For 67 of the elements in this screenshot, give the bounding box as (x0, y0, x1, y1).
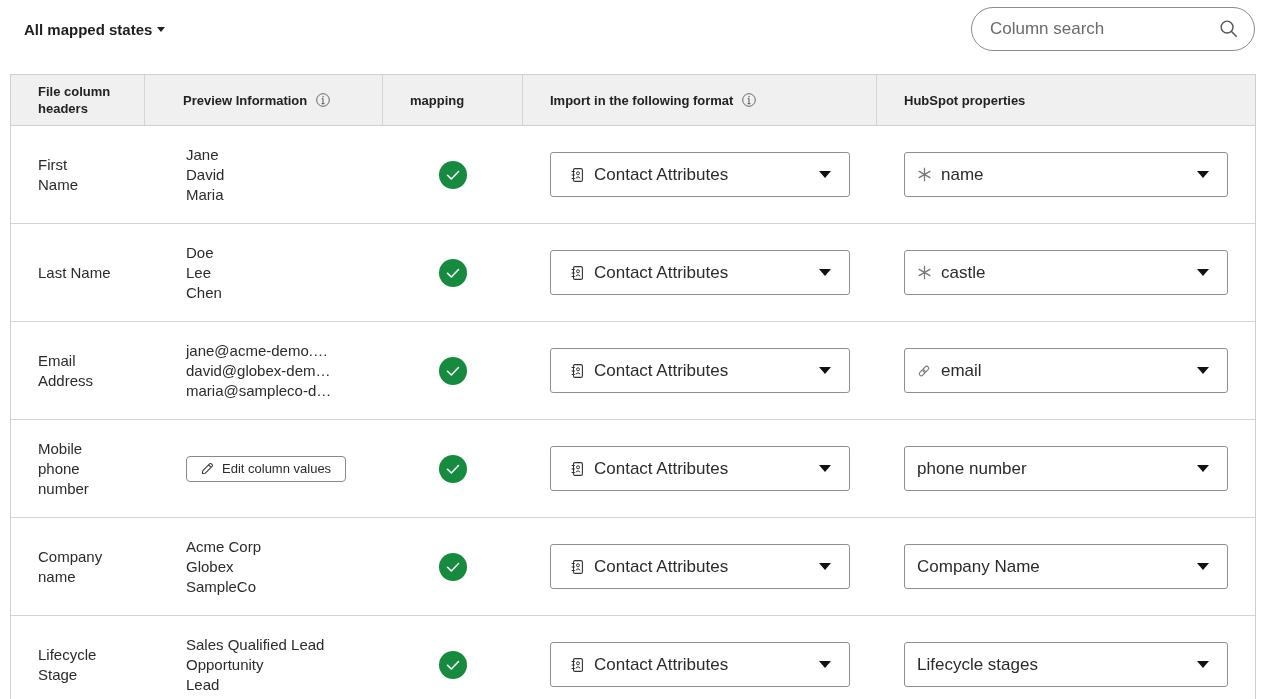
preview-value: jane@acme-demo.… (186, 340, 329, 361)
preview-value: Sales Qualified Lead (186, 634, 325, 655)
column-header: Preview Information (183, 91, 308, 109)
search-field[interactable]: Column search (971, 7, 1255, 51)
preview-value: Maria (186, 184, 225, 205)
caret-icon (1197, 465, 1209, 472)
property-dropdown[interactable]: phone number (904, 446, 1228, 491)
format-dropdown[interactable]: Contact Attributes (550, 446, 850, 491)
contact-book-icon (571, 559, 583, 574)
file-column-name: Email Address (38, 350, 94, 391)
property-dropdown[interactable]: name (904, 152, 1228, 197)
asterisk-icon (917, 167, 932, 182)
info-icon[interactable] (316, 93, 331, 107)
preview-value: Doe (186, 242, 215, 263)
contact-book-icon (571, 657, 583, 672)
property-dropdown[interactable]: Lifecycle stages (904, 642, 1228, 687)
edit-column-values-button[interactable]: Edit column values (186, 455, 347, 482)
caret-icon (1197, 563, 1209, 570)
caret-icon (819, 661, 831, 668)
search-icon[interactable] (1220, 20, 1237, 37)
caret-icon (819, 465, 831, 472)
preview-value: SampleCo (186, 576, 258, 597)
preview-value: Lee (186, 262, 213, 283)
link-icon (917, 363, 931, 378)
caret-icon (819, 171, 831, 178)
property-dropdown[interactable]: email (904, 348, 1228, 393)
format-dropdown[interactable]: Contact Attributes (550, 152, 850, 197)
file-column-name: Lifecycle Stage (38, 644, 97, 685)
file-column-name: Company name (38, 546, 103, 587)
preview-value: Opportunity (186, 654, 265, 675)
preview-value: David (186, 164, 225, 185)
caret-icon (1197, 367, 1209, 374)
preview-value: Globex (186, 556, 235, 577)
format-dropdown[interactable]: Contact Attributes (550, 250, 850, 295)
format-dropdown[interactable]: Contact Attributes (550, 642, 850, 687)
format-dropdown[interactable]: Contact Attributes (550, 544, 850, 589)
pencil-icon (201, 462, 214, 475)
caret-icon (1197, 661, 1209, 668)
preview-value: Lead (186, 674, 221, 695)
info-icon[interactable] (742, 93, 757, 107)
preview-value: Chen (186, 282, 222, 303)
column-header: HubSpot properties (904, 91, 1026, 109)
asterisk-icon (917, 265, 932, 280)
caret-icon (819, 367, 831, 374)
file-column-name: First Name (38, 154, 78, 195)
column-header: Import in the following format (550, 91, 734, 109)
caret-icon (1197, 269, 1209, 276)
preview-value: Jane (186, 144, 220, 165)
column-header: File column headers (38, 83, 112, 117)
filter-dropdown[interactable]: All mapped states (24, 20, 166, 38)
format-dropdown[interactable]: Contact Attributes (550, 348, 850, 393)
preview-value: maria@sampleco-d… (186, 380, 332, 401)
column-header: mapping (410, 91, 465, 109)
contact-book-icon (571, 265, 583, 280)
caret-icon (1197, 171, 1209, 178)
preview-value: david@globex-dem… (186, 360, 332, 381)
contact-book-icon (571, 363, 583, 378)
file-column-name: Last Name (38, 262, 111, 283)
caret-icon (157, 26, 166, 32)
property-dropdown[interactable]: Company Name (904, 544, 1228, 589)
property-dropdown[interactable]: castle (904, 250, 1228, 295)
preview-value: Acme Corp (186, 536, 262, 557)
contact-book-icon (571, 167, 583, 182)
caret-icon (819, 269, 831, 276)
file-column-name: Mobile phone number (38, 438, 89, 499)
contact-book-icon (571, 461, 583, 476)
caret-icon (819, 563, 831, 570)
